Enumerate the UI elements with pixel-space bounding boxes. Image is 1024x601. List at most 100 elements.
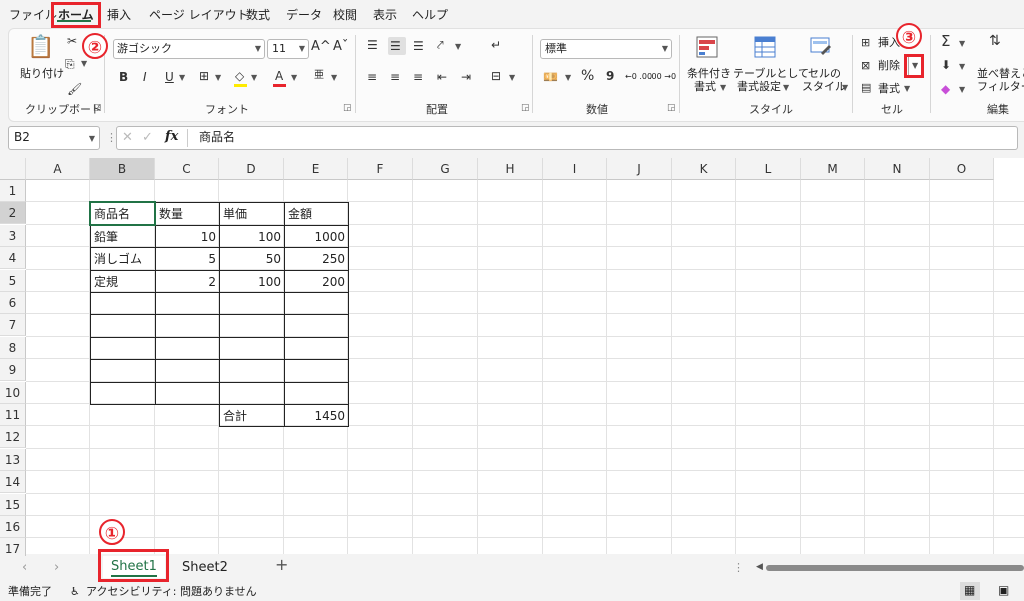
column-header-d[interactable]: D [219,158,284,180]
menu-review[interactable]: 校閲 [333,6,357,23]
table-cell[interactable]: 単価 [219,202,285,226]
cell-styles-line2[interactable]: スタイル [802,80,846,93]
bold-button[interactable]: B [119,69,128,85]
table-cell[interactable] [284,359,349,383]
phonetic-icon[interactable]: 亜 [314,68,324,84]
chevron-down-icon[interactable]: ▼ [565,73,571,82]
sheet-tab-sheet2[interactable]: Sheet2 [182,561,228,574]
table-cell[interactable] [219,359,285,383]
table-cell[interactable] [155,359,220,383]
formula-input[interactable]: ✕ ✓ fx 商品名 [116,126,1018,150]
italic-button[interactable]: I [143,69,147,85]
column-header-j[interactable]: J [607,158,672,180]
chevron-down-icon[interactable]: ▼ [215,73,221,82]
cancel-icon[interactable]: ✕ [122,131,133,144]
more-options-icon[interactable]: ⋮ [733,561,744,574]
name-box[interactable]: B2 ▼ [8,126,100,150]
row-header-6[interactable]: 6 [0,292,26,314]
chevron-down-icon[interactable]: ▼ [783,83,789,92]
accessibility-icon[interactable]: ♿ [70,585,80,598]
delete-cells-icon[interactable]: ⊠ [861,58,870,74]
format-cells-label[interactable]: 書式 [878,82,900,95]
copy-icon[interactable]: ⎘ [65,56,75,72]
column-header-k[interactable]: K [672,158,736,180]
page-layout-view-icon[interactable]: ▣ [998,584,1009,597]
table-cell[interactable] [155,381,220,405]
table-cell[interactable]: 2 [155,269,220,293]
chevron-down-icon[interactable]: ▼ [959,85,965,94]
dialog-launcher-icon[interactable]: ◲ [667,103,676,113]
chevron-down-icon[interactable]: ▼ [904,84,910,93]
chevron-down-icon[interactable]: ▼ [959,39,965,48]
table-cell[interactable] [155,314,220,338]
row-header-9[interactable]: 9 [0,359,26,382]
table-cell[interactable] [219,292,285,316]
menu-file[interactable]: ファイル [9,6,57,23]
borders-icon[interactable]: ⊞ [199,68,209,84]
format-as-table-icon[interactable] [753,35,777,59]
sort-filter-icon[interactable]: ⇅ [989,33,1001,49]
column-header-n[interactable]: N [865,158,930,180]
row-header-5[interactable]: 5 [0,269,26,292]
table-cell[interactable]: 数量 [155,202,220,226]
insert-cells-icon[interactable]: ⊞ [861,35,870,51]
menu-page-layout[interactable]: ページ レイアウト [149,6,249,23]
decrease-decimal-button[interactable]: .00 →0 [649,70,676,83]
table-cell[interactable]: 100 [219,224,285,249]
percent-button[interactable]: % [581,68,594,84]
chevron-down-icon[interactable]: ▼ [455,42,461,51]
format-cells-icon[interactable]: ▤ [861,80,871,96]
accounting-format-icon[interactable]: 💴 [543,69,558,85]
align-top-icon[interactable]: ☰ [367,37,378,53]
sort-filter-line2[interactable]: フィルター [977,80,1024,93]
column-header-g[interactable]: G [413,158,478,180]
row-header-4[interactable]: 4 [0,247,26,270]
chevron-down-icon[interactable]: ▼ [509,73,515,82]
align-left-icon[interactable]: ≡ [367,69,377,85]
cell-styles-icon[interactable] [809,35,833,59]
decrease-indent-icon[interactable]: ⇤ [437,69,447,85]
orientation-icon[interactable]: ⤤ [437,37,444,53]
table-cell[interactable]: 金額 [284,202,349,226]
chevron-down-icon[interactable]: ▼ [842,83,848,92]
align-bottom-icon[interactable]: ☰ [413,38,424,54]
menu-view[interactable]: 表示 [373,6,397,23]
column-header-f[interactable]: F [348,158,413,180]
column-header-c[interactable]: C [155,158,219,180]
menu-insert[interactable]: 挿入 [107,6,131,23]
row-header-3[interactable]: 3 [0,224,26,247]
autosum-icon[interactable]: Σ [941,33,950,49]
font-size-dropdown[interactable]: 11 ▼ [267,39,309,59]
table-cell[interactable]: 10 [155,224,220,249]
row-header-14[interactable]: 14 [0,471,26,494]
underline-button[interactable]: U [165,69,174,85]
row-header-8[interactable]: 8 [0,336,26,359]
menu-help[interactable]: ヘルプ [412,6,448,23]
table-cell[interactable]: 200 [284,269,349,293]
accessibility-status[interactable]: アクセシビリティ: 問題ありません [86,585,257,598]
chevron-down-icon[interactable]: ▼ [720,83,726,92]
table-cell[interactable] [155,292,220,316]
table-cell[interactable] [90,359,156,383]
table-cell[interactable] [90,314,156,338]
table-cell[interactable] [284,381,349,405]
column-header-e[interactable]: E [284,158,348,180]
format-painter-icon[interactable]: 🖌 [67,81,82,97]
table-cell[interactable] [219,336,285,361]
font-name-dropdown[interactable]: 游ゴシック ▼ [113,39,265,59]
menu-data[interactable]: データ [286,6,322,23]
table-cell[interactable]: 250 [284,247,349,271]
scroll-left-icon[interactable]: ‹ [22,561,27,574]
chevron-down-icon[interactable]: ▼ [291,73,297,82]
scroll-right-icon[interactable]: › [54,561,59,574]
enter-icon[interactable]: ✓ [142,131,153,144]
column-header-a[interactable]: A [26,158,90,180]
dialog-launcher-icon[interactable]: ◲ [343,103,352,113]
conditional-format-line2[interactable]: 書式 [694,80,716,93]
row-header-15[interactable]: 15 [0,493,26,516]
column-header-h[interactable]: H [478,158,543,180]
spreadsheet-grid[interactable]: ABCDEFGHIJKLMNO 1 2 3 4 5 6 7 8 9 10 11 12 13 14 15 16 1… [0,158,1024,561]
conditional-format-line1[interactable]: 条件付き [687,67,731,80]
table-cell[interactable] [284,292,349,316]
delete-cells-label[interactable]: 削除 [878,59,900,72]
